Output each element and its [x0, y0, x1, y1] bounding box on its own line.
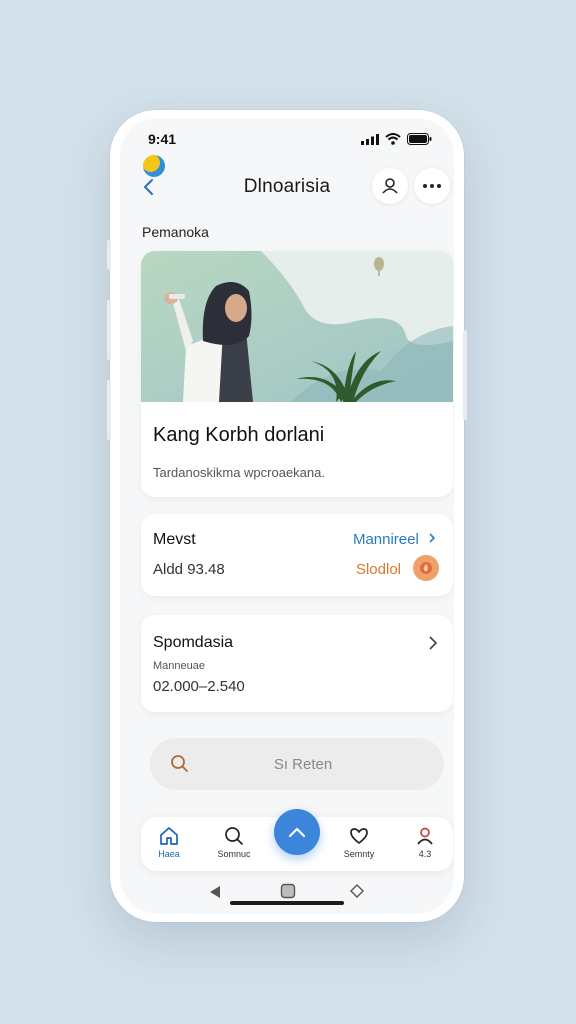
tab-search-label: Somnuc: [217, 849, 251, 859]
status-icons: [361, 133, 432, 145]
power-button: [463, 330, 467, 420]
app-logo-icon: [143, 155, 165, 177]
signal-icon: [361, 133, 379, 145]
nav-back-icon[interactable]: [208, 884, 222, 900]
contact-card[interactable]: Spomdasia Manneuae 02.000–2.540: [141, 615, 453, 712]
balance-value: Aldd 93.48: [153, 561, 225, 578]
hero-card[interactable]: Kang Korbh dorlani Tardanoskikma wpcroae…: [141, 251, 453, 497]
tab-profile[interactable]: 4.3: [398, 825, 452, 859]
volume-down-button: [107, 380, 111, 440]
chevron-right-icon: [429, 636, 438, 650]
tab-favorites[interactable]: Semnty: [332, 825, 386, 859]
tab-favorites-label: Semnty: [343, 849, 375, 859]
status-bar: 9:41: [148, 128, 432, 150]
section-label: Pemanoka: [142, 224, 209, 240]
home-indicator[interactable]: [230, 901, 344, 905]
tab-home[interactable]: Haea: [142, 825, 196, 859]
tab-search[interactable]: Somnuc: [207, 825, 261, 859]
nav-home-icon[interactable]: [280, 883, 296, 899]
search-icon: [225, 827, 243, 845]
more-options-button[interactable]: [414, 168, 450, 204]
chevron-right-icon: [429, 533, 436, 543]
search-placeholder: Sı Reten: [273, 756, 333, 773]
contact-phone: 02.000–2.540: [153, 678, 245, 695]
bottom-tab-bar: Haea Somnuc Semnty 4.3: [141, 809, 453, 871]
tab-home-label: Haea: [158, 849, 180, 859]
hero-image: [141, 251, 453, 402]
contact-label: Spomdasia: [153, 634, 234, 651]
chevron-up-icon: [288, 827, 306, 838]
hero-subtitle: Tardanoskikma wpcroaekana.: [153, 465, 325, 480]
volume-up-button: [107, 300, 111, 360]
person-icon: [417, 827, 433, 845]
reward-badge[interactable]: [413, 555, 439, 581]
hero-title: Kang Korbh dorlani: [153, 424, 325, 446]
flame-icon: [420, 562, 432, 574]
mute-switch: [107, 240, 111, 270]
app-screen: 9:41 Dlnoarisia Pemanoka Kang Korbh dorl…: [120, 118, 454, 914]
manage-link[interactable]: Mannireel: [353, 531, 437, 548]
tab-profile-label: 4.3: [418, 849, 432, 859]
phone-frame: 9:41 Dlnoarisia Pemanoka Kang Korbh dorl…: [107, 110, 467, 922]
primary-action-button[interactable]: [274, 809, 320, 855]
ellipsis-icon: [423, 184, 441, 188]
status-time: 9:41: [148, 131, 177, 147]
amount-text: Slodlol: [355, 561, 401, 578]
nav-recents-icon[interactable]: [349, 883, 365, 899]
manage-link-label: Mannireel: [352, 531, 419, 548]
contact-caption: Manneuae: [153, 660, 205, 672]
wifi-icon: [385, 133, 401, 145]
profile-button[interactable]: [372, 168, 408, 204]
balance-label: Mevst: [153, 531, 196, 548]
balance-card: Mevst Mannireel Aldd 93.48 Slodlol: [141, 514, 453, 596]
home-icon: [160, 827, 178, 845]
heart-icon: [350, 828, 368, 844]
search-bar[interactable]: Sı Reten: [150, 738, 444, 790]
person-outline-icon: [382, 178, 398, 194]
battery-icon: [407, 133, 432, 145]
